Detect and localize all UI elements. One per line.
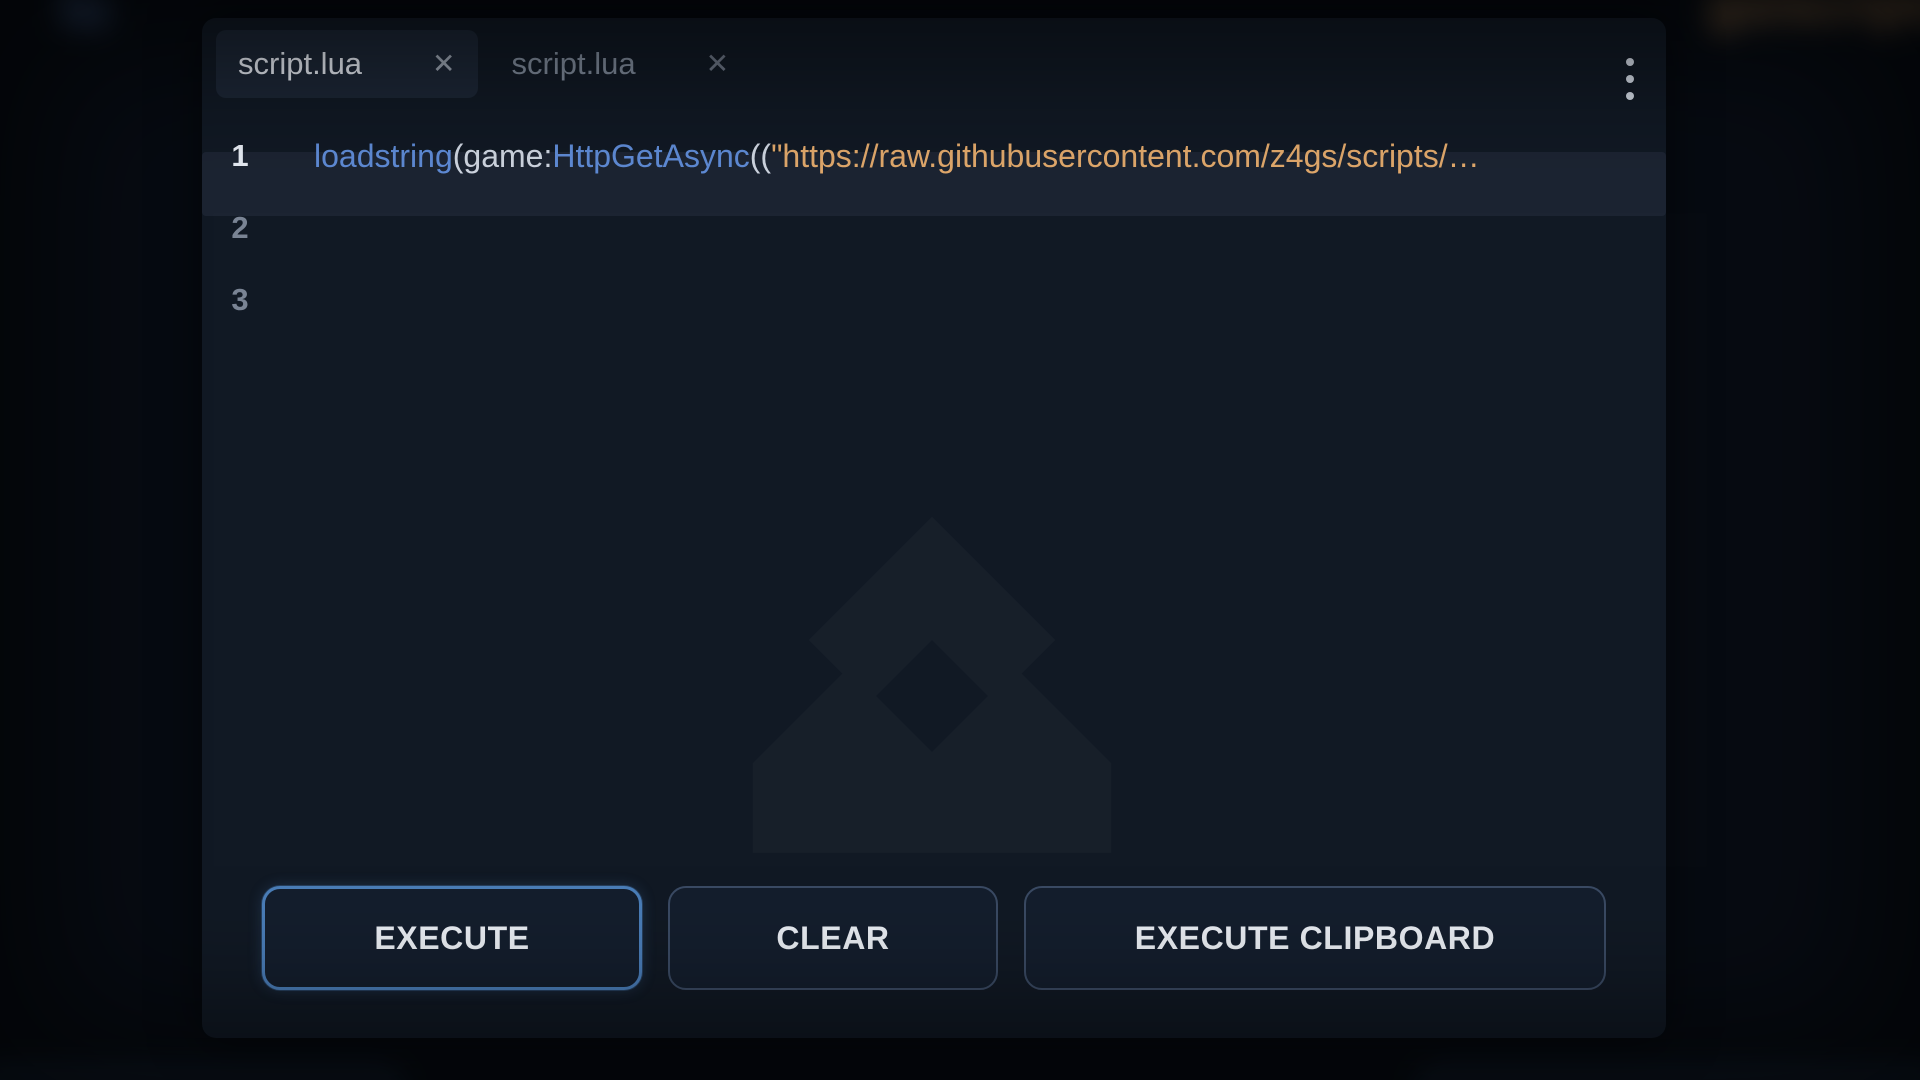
token-method: HttpGetAsync bbox=[552, 138, 749, 174]
code-editor[interactable]: 1 loadstring(game:HttpGetAsync(("https:/… bbox=[202, 120, 1666, 336]
token-function: loadstring bbox=[314, 138, 453, 174]
bg-code-fragment: lo bbox=[60, 0, 110, 40]
tab-label: script.lua bbox=[512, 46, 636, 82]
token-string: https://raw.githubusercontent.com/z4gs/s… bbox=[782, 138, 1479, 174]
bg-button bbox=[1420, 1070, 1920, 1080]
button-label: EXECUTE bbox=[374, 920, 529, 957]
token-colon: : bbox=[543, 138, 552, 174]
script-editor-panel: script.lua ✕ script.lua ✕ 1 loadstring(g… bbox=[202, 18, 1666, 1038]
line-number: 2 bbox=[202, 210, 278, 246]
tab-label: script.lua bbox=[238, 46, 362, 82]
token-paren: (( bbox=[750, 138, 771, 174]
tab-script-inactive[interactable]: script.lua ✕ bbox=[490, 30, 752, 98]
line-number: 3 bbox=[202, 282, 278, 318]
button-label: EXECUTE CLIPBOARD bbox=[1135, 920, 1495, 957]
button-label: CLEAR bbox=[776, 920, 889, 957]
tab-bar: script.lua ✕ script.lua ✕ bbox=[202, 18, 1666, 102]
code-line-2[interactable]: 2 bbox=[202, 192, 1666, 264]
execute-clipboard-button[interactable]: EXECUTE CLIPBOARD bbox=[1024, 886, 1606, 990]
token-quote: " bbox=[771, 138, 782, 174]
more-vertical-icon[interactable] bbox=[1616, 48, 1644, 110]
clear-button[interactable]: CLEAR bbox=[668, 886, 998, 990]
code-line-3[interactable]: 3 bbox=[202, 264, 1666, 336]
code-content[interactable]: loadstring(game:HttpGetAsync(("https://r… bbox=[278, 138, 1480, 175]
bg-code-trail: gs/scripts/… bbox=[1708, 0, 1920, 35]
execute-button[interactable]: EXECUTE bbox=[262, 886, 642, 990]
code-line-1[interactable]: 1 loadstring(game:HttpGetAsync(("https:/… bbox=[202, 120, 1666, 192]
tab-script-active[interactable]: script.lua ✕ bbox=[216, 30, 478, 98]
bg-button bbox=[0, 1070, 400, 1080]
close-icon[interactable]: ✕ bbox=[432, 50, 455, 78]
line-number: 1 bbox=[202, 138, 278, 174]
close-icon[interactable]: ✕ bbox=[706, 50, 729, 78]
action-button-bar: EXECUTE CLEAR EXECUTE CLIPBOARD bbox=[262, 886, 1606, 990]
token-paren: ( bbox=[453, 138, 464, 174]
watermark-icon bbox=[522, 360, 1342, 920]
token-ident: game bbox=[463, 138, 543, 174]
